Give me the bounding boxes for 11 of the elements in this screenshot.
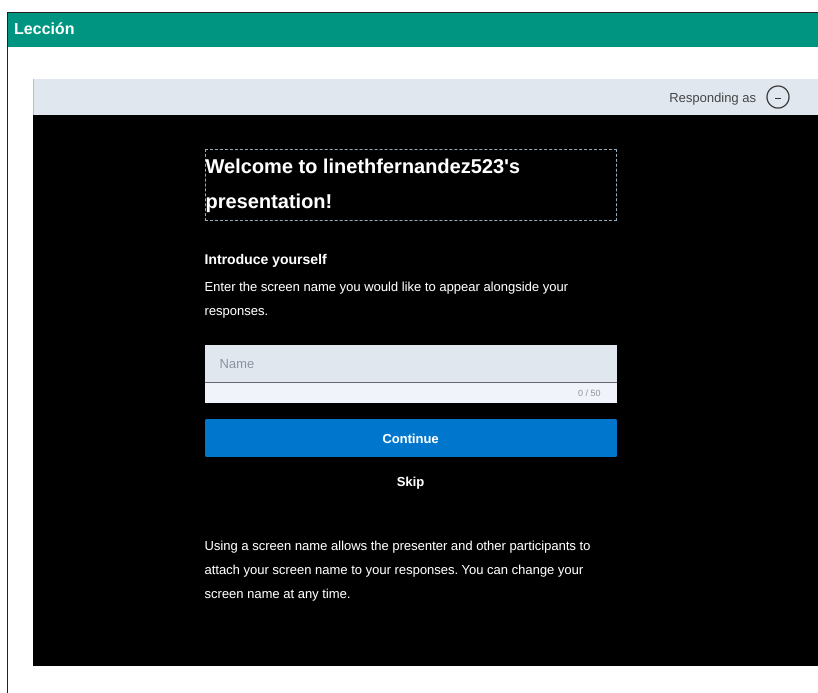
- introduce-heading: Introduce yourself: [204, 251, 328, 267]
- avatar-icon[interactable]: [766, 85, 790, 109]
- name-field[interactable]: Name 0 / 50: [204, 345, 616, 403]
- welcome-heading: Welcome to linethfernandez523's presentation!: [204, 149, 616, 221]
- window-title: Lección: [14, 21, 74, 39]
- instructions-text: Enter the screen name you would like to appear alongside your responses.: [204, 278, 569, 320]
- character-counter: 0 / 50: [578, 388, 600, 398]
- screen-name-note: Using a screen name allows the presenter and other participants to attach your screen name to your responses. You can change your screen name at any time.: [204, 537, 592, 603]
- skip-button[interactable]: Skip: [396, 474, 424, 489]
- responding-as-label: Responding as: [669, 90, 756, 104]
- continue-button[interactable]: Continue: [204, 419, 616, 457]
